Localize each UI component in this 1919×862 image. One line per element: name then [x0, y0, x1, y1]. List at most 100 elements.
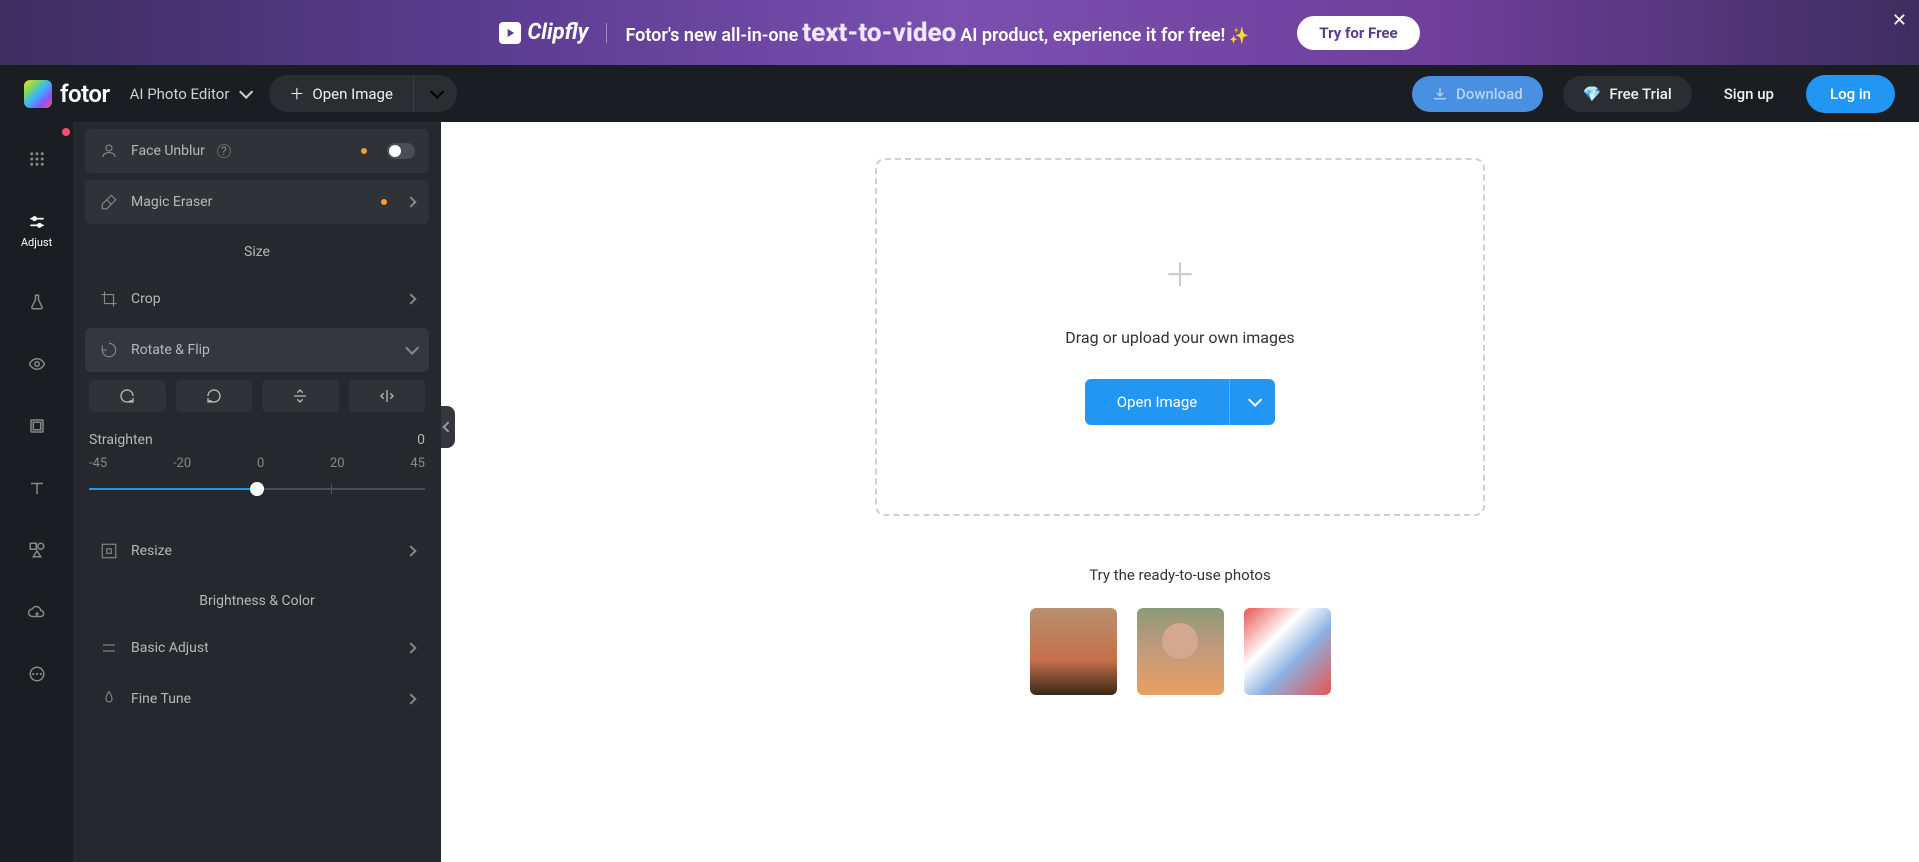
plus-icon: ＋: [289, 83, 304, 104]
straighten-value: 0: [417, 432, 425, 448]
size-section-title: Size: [85, 224, 429, 270]
resize-label: Resize: [131, 543, 172, 559]
rotate-cw-button[interactable]: [89, 380, 166, 412]
open-image-dropdown[interactable]: [413, 75, 457, 112]
flip-vertical-button[interactable]: [262, 380, 339, 412]
canvas-area: ＋ Drag or upload your own images Open Im…: [441, 122, 1919, 862]
sign-up-button[interactable]: Sign up: [1712, 76, 1786, 112]
chevron-down-icon: [239, 84, 253, 98]
open-image-cta-dropdown[interactable]: [1229, 379, 1275, 425]
sample-photos-row: [1030, 608, 1331, 695]
collapse-sidebar-button[interactable]: [441, 406, 455, 448]
close-banner-button[interactable]: ✕: [1892, 10, 1907, 31]
status-dot: [381, 199, 387, 205]
banner-divider: [606, 23, 607, 43]
more-icon: [28, 665, 46, 683]
fine-tune-item[interactable]: Fine Tune: [85, 677, 429, 721]
flip-horizontal-icon: [379, 388, 395, 404]
try-for-free-button[interactable]: Try for Free: [1297, 16, 1419, 50]
plus-icon: ＋: [1164, 250, 1196, 296]
rotate-flip-item[interactable]: Rotate & Flip: [85, 328, 429, 372]
toolbar-text[interactable]: [0, 471, 73, 505]
toolbar-frames[interactable]: [0, 409, 73, 443]
slider-thumb[interactable]: [250, 482, 264, 496]
basic-adjust-label: Basic Adjust: [131, 640, 209, 656]
banner-highlight: text-to-video: [802, 18, 956, 48]
dropzone-text: Drag or upload your own images: [1065, 328, 1294, 347]
frame-icon: [28, 417, 46, 435]
open-image-cta[interactable]: Open Image: [1085, 379, 1275, 425]
image-dropzone[interactable]: ＋ Drag or upload your own images Open Im…: [875, 158, 1485, 516]
fine-tune-label: Fine Tune: [131, 691, 191, 707]
shapes-icon: [28, 541, 46, 559]
editor-mode-label: AI Photo Editor: [130, 85, 230, 103]
flip-horizontal-button[interactable]: [349, 380, 426, 412]
chevron-down-icon: [430, 84, 444, 98]
flask-icon: [28, 293, 46, 311]
main-area: Adjust AI Face: [0, 122, 1919, 862]
rotate-ccw-icon: [206, 388, 222, 404]
crop-label: Crop: [131, 291, 161, 307]
rotate-buttons-row: [85, 372, 429, 420]
chevron-right-icon: [405, 196, 416, 207]
chevron-right-icon: [405, 642, 416, 653]
sparkle-icon: ✨: [1229, 26, 1249, 45]
clipfly-icon: [499, 22, 521, 44]
magic-eraser-label: Magic Eraser: [131, 194, 212, 210]
face-unblur-toggle[interactable]: [387, 143, 415, 159]
rotate-ccw-button[interactable]: [176, 380, 253, 412]
toolbar-more[interactable]: [0, 657, 73, 691]
fotor-logo[interactable]: fotor: [24, 80, 110, 108]
download-button[interactable]: Download: [1412, 76, 1543, 112]
toolbar-effects[interactable]: [0, 285, 73, 319]
log-in-button[interactable]: Log in: [1806, 75, 1895, 113]
face-unblur-label: Face Unblur: [131, 143, 205, 159]
download-icon: [1432, 86, 1448, 102]
fine-tune-icon: [99, 689, 119, 709]
banner-text: Fotor's new all-in-one text-to-video AI …: [625, 18, 1249, 48]
toolbar-beauty[interactable]: [0, 347, 73, 381]
toolbar-apps[interactable]: [0, 142, 73, 176]
rotate-icon: [99, 340, 119, 360]
flip-vertical-icon: [292, 388, 308, 404]
rotate-cw-icon: [119, 388, 135, 404]
editor-mode-dropdown[interactable]: AI Photo Editor: [130, 85, 250, 103]
crop-item[interactable]: Crop: [85, 277, 429, 321]
toolbar-cloud[interactable]: [0, 595, 73, 629]
grid-icon: [28, 150, 46, 168]
logo-text: fotor: [60, 80, 110, 108]
help-icon[interactable]: ?: [217, 144, 231, 158]
clipfly-brand-text: Clipfly: [527, 20, 588, 45]
toolbar-adjust-label: Adjust: [21, 236, 52, 249]
toolbar-elements[interactable]: [0, 533, 73, 567]
chevron-down-icon: [1248, 392, 1262, 406]
rotate-flip-label: Rotate & Flip: [131, 342, 210, 358]
open-image-cta-label[interactable]: Open Image: [1085, 379, 1229, 425]
promo-banner: Clipfly Fotor's new all-in-one text-to-v…: [0, 0, 1919, 65]
cloud-upload-icon: [28, 603, 46, 621]
sample-photo-2[interactable]: [1137, 608, 1224, 695]
sample-photo-1[interactable]: [1030, 608, 1117, 695]
slider-marks: -45 -20 0 20 45: [85, 456, 429, 471]
diamond-icon: 💎: [1583, 85, 1602, 103]
free-trial-button[interactable]: 💎 Free Trial: [1563, 76, 1692, 112]
sample-photo-3[interactable]: [1244, 608, 1331, 695]
straighten-row: Straighten 0: [85, 420, 429, 456]
face-unblur-item[interactable]: Face Unblur ?: [85, 129, 429, 173]
basic-adjust-icon: [99, 638, 119, 658]
toolbar-adjust[interactable]: Adjust: [0, 204, 73, 257]
chevron-right-icon: [405, 293, 416, 304]
open-image-main[interactable]: ＋ Open Image: [269, 83, 413, 104]
open-image-button[interactable]: ＋ Open Image: [269, 75, 457, 112]
brightness-section-title: Brightness & Color: [85, 573, 429, 619]
resize-item[interactable]: Resize: [85, 529, 429, 573]
logo-mark-icon: [24, 80, 52, 108]
try-photos-title: Try the ready-to-use photos: [1089, 566, 1270, 584]
adjust-sidebar: AI Face Unblur ? AI Magic Eraser: [73, 122, 441, 862]
adjust-icon: [27, 212, 47, 232]
chevron-left-icon: [442, 421, 453, 432]
basic-adjust-item[interactable]: Basic Adjust: [85, 626, 429, 670]
text-icon: [28, 479, 46, 497]
straighten-slider[interactable]: [89, 479, 425, 499]
magic-eraser-item[interactable]: Magic Eraser: [85, 180, 429, 224]
